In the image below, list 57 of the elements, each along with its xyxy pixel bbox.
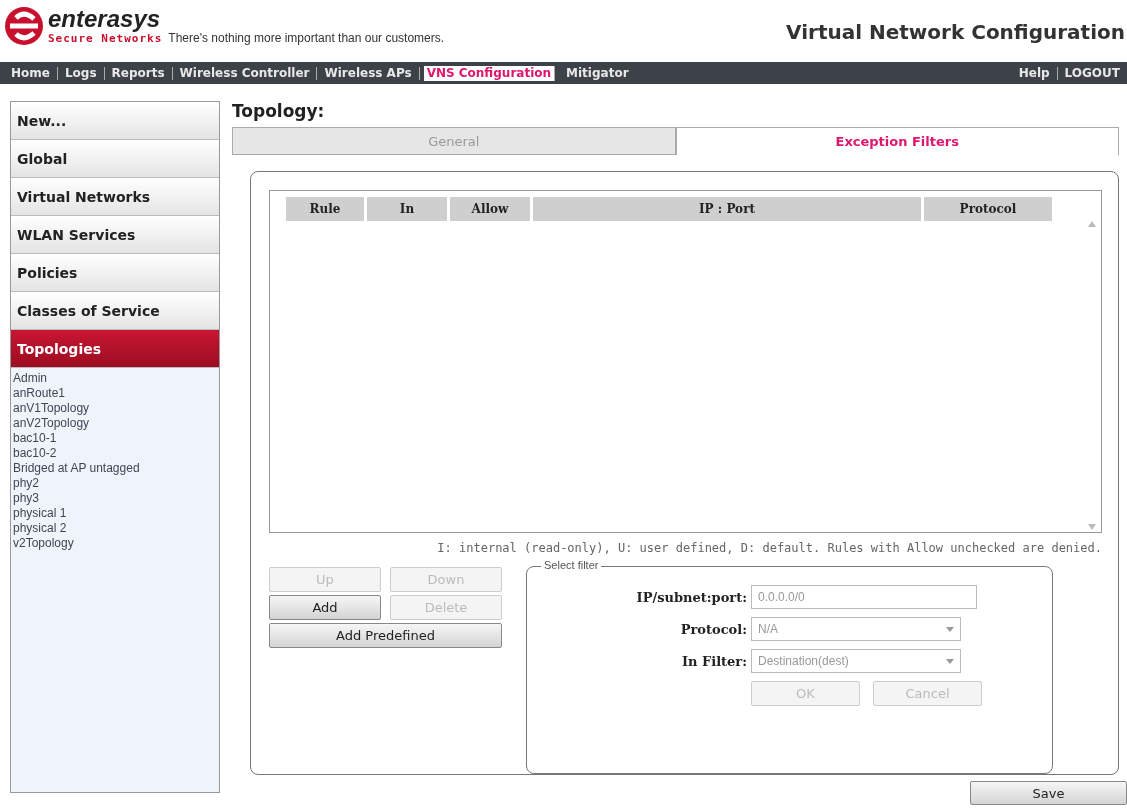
page-header-title: Virtual Network Configuration [786, 19, 1126, 44]
topology-item[interactable]: v2Topology [13, 536, 217, 551]
nav-link[interactable]: Wireless APs [317, 66, 420, 80]
topology-item[interactable]: bac10-1 [13, 431, 217, 446]
nav-link[interactable]: Help [1011, 66, 1058, 80]
topology-item[interactable]: phy2 [13, 476, 217, 491]
nav-link[interactable]: Reports [104, 66, 173, 80]
button[interactable]: Add Predefined [269, 623, 502, 648]
nav-link[interactable]: Mitigator [559, 66, 636, 80]
save-button[interactable]: Save [970, 781, 1127, 805]
button: OK [751, 681, 860, 706]
section-title: Topology: [232, 101, 326, 123]
button: Cancel [873, 681, 982, 706]
nav-link[interactable]: VNS Configuration [423, 65, 556, 81]
topology-item[interactable]: phy3 [13, 491, 217, 506]
topology-item[interactable]: anV2Topology [13, 416, 217, 431]
scroll-up-icon[interactable] [1088, 221, 1096, 227]
tagline: There's nothing more important than our customers. [168, 31, 445, 45]
sidebar-item[interactable]: WLAN Services [11, 216, 219, 254]
nav-link[interactable]: LOGOUT [1057, 66, 1127, 80]
column-header[interactable]: Rule [286, 197, 364, 221]
sidebar-item[interactable]: New... [11, 102, 219, 140]
nav-link[interactable]: Logs [57, 66, 105, 80]
legend-text: I: internal (read-only), U: user defined, D: default. Rules with Allow unchecked are denied. [436, 541, 1102, 555]
caret-icon [946, 658, 954, 664]
field-label: Protocol: [679, 621, 747, 637]
sidebar-item[interactable]: Topologies [11, 330, 219, 368]
sidebar-item[interactable]: Virtual Networks [11, 178, 219, 216]
sidebar-item[interactable]: Policies [11, 254, 219, 292]
button: Down [390, 567, 502, 592]
field-label: IP/subnet:port: [635, 589, 747, 605]
brand-name: enterasys [48, 7, 162, 31]
button[interactable]: Add [269, 595, 381, 620]
field-label: In Filter: [680, 653, 747, 669]
group-title: Select filter [541, 559, 602, 571]
caret-icon [946, 626, 954, 632]
column-header[interactable]: Protocol [924, 197, 1052, 221]
nav-link[interactable]: Home [4, 66, 58, 80]
button: Up [269, 567, 381, 592]
topology-item[interactable]: physical 2 [13, 521, 217, 536]
topology-item[interactable]: anV1Topology [13, 401, 217, 416]
topology-item[interactable]: anRoute1 [13, 386, 217, 401]
button: Delete [390, 595, 502, 620]
nav-link[interactable]: Wireless Controller [172, 66, 318, 80]
topology-item[interactable]: Admin [13, 371, 217, 386]
logo-icon [4, 6, 44, 46]
topology-item[interactable]: Bridged at AP untagged [13, 461, 217, 476]
sidebar-item[interactable]: Classes of Service [11, 292, 219, 330]
brand-slogan: Secure Networks [48, 32, 163, 45]
topology-item[interactable]: bac10-2 [13, 446, 217, 461]
column-header[interactable]: IP : Port [533, 197, 921, 221]
topology-item[interactable]: physical 1 [13, 506, 217, 521]
column-header[interactable]: In [367, 197, 447, 221]
scroll-down-icon[interactable] [1088, 524, 1096, 530]
column-header[interactable]: Allow [450, 197, 530, 221]
tab[interactable]: Exception Filters [675, 127, 1119, 155]
sidebar-item[interactable]: Global [11, 140, 219, 178]
